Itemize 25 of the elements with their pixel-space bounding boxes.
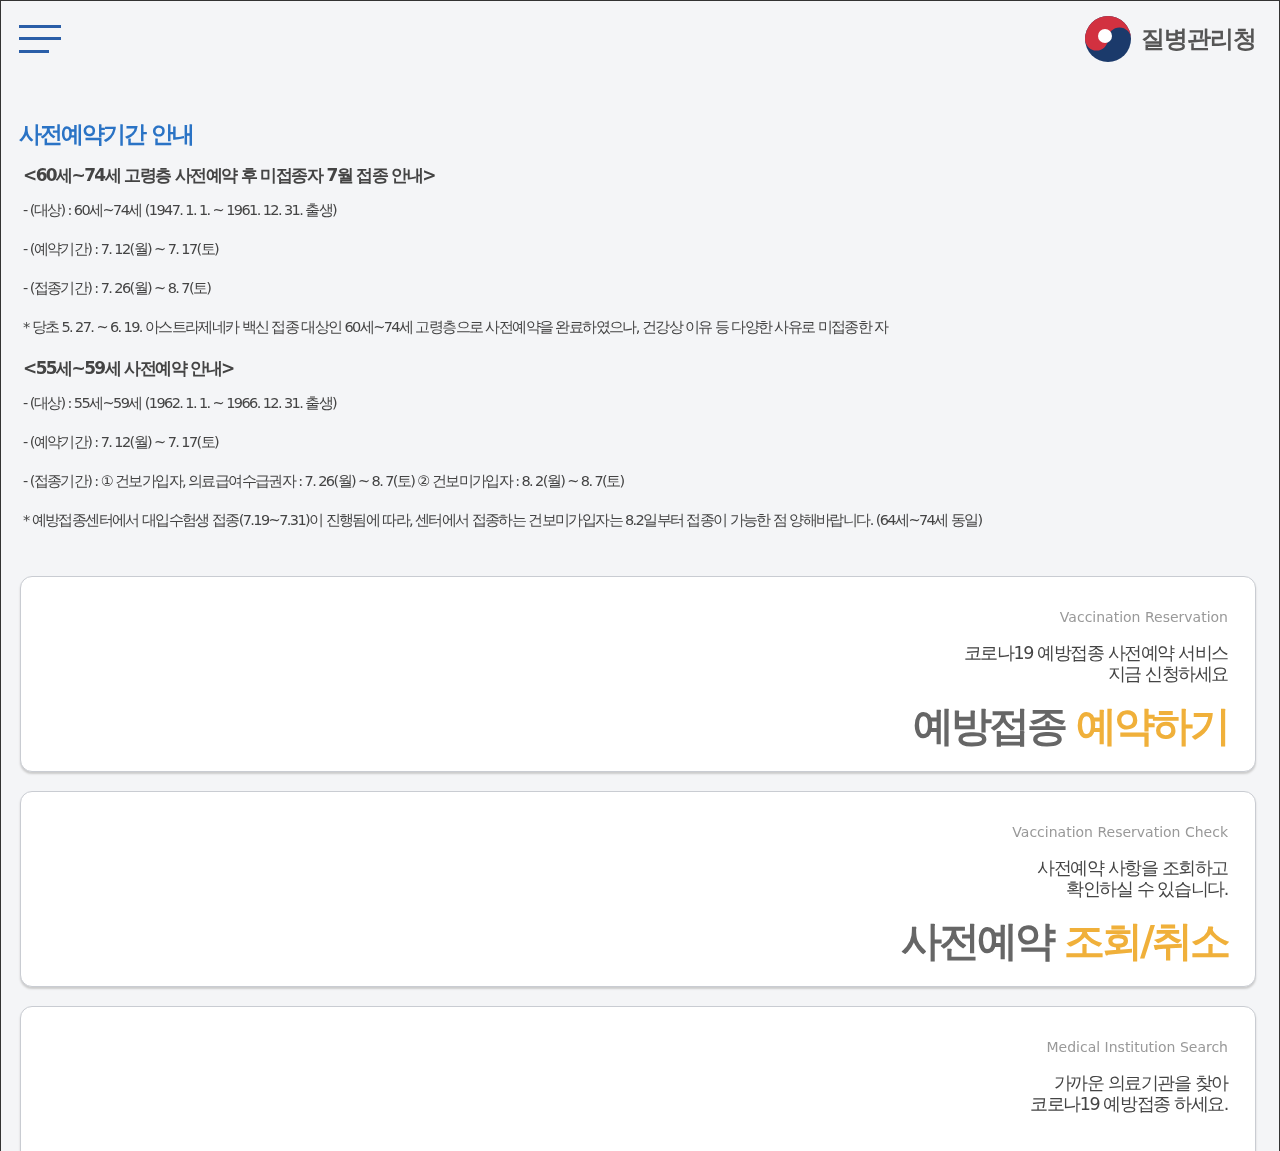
notice-line: - (예약기간) : 7. 12(월) ~ 7. 17(토) [23, 433, 220, 452]
notice-line: - (접종기간) : 7. 26(월) ~ 8. 7(토) [23, 279, 212, 298]
service-card[interactable]: Vaccination Reservation Check 사전예약 사항을 조회하고 확인하실 수 있습니다. 사전예약 조회/취소 [20, 791, 1256, 987]
card-subtitle: Vaccination Reservation Check [1012, 824, 1228, 840]
card-subtitle: Vaccination Reservation [1059, 609, 1228, 625]
card-title: 예방접종 예약하기 [912, 701, 1228, 752]
logo-icon [1085, 16, 1131, 62]
card-description: 코로나19 예방접종 사전예약 서비스 지금 신청하세요 [963, 643, 1228, 685]
card-subtitle: Medical Institution Search [1046, 1039, 1228, 1055]
notice-line: * 당초 5. 27. ~ 6. 19. 아스트라제네카 백신 접종 대상인 60세~74세 고령층으로 사전예약을 완료하였으나, 건강상 이유 등 다양한 사유로 미접종한 자 [23, 318, 890, 337]
card-description: 가까운 의료기관을 찾아 코로나19 예방접종 하세요. [1030, 1073, 1228, 1115]
section-heading: <55세~59세 사전예약 안내> [23, 357, 235, 380]
logo-text: 질병관리청 [1141, 24, 1256, 55]
service-card[interactable]: Medical Institution Search 가까운 의료기관을 찾아 코로나19 예방접종 하세요. [20, 1006, 1256, 1151]
notice-line: - (대상) : 60세~74세 (1947. 1. 1. ~ 1961. 12. 31. 출생) [23, 201, 338, 220]
notice-line: - (예약기간) : 7. 12(월) ~ 7. 17(토) [23, 240, 220, 259]
notice-title: 사전예약기간 안내 [19, 120, 194, 149]
menu-icon[interactable] [19, 25, 61, 53]
service-card[interactable]: Vaccination Reservation 코로나19 예방접종 사전예약 서비스 지금 신청하세요 예방접종 예약하기 [20, 576, 1256, 772]
card-description: 사전예약 사항을 조회하고 확인하실 수 있습니다. [1037, 858, 1228, 900]
notice-line: - (대상) : 55세~59세 (1962. 1. 1. ~ 1966. 12. 31. 출생) [23, 394, 338, 413]
notice-line: - (접종기간) : ① 건보가입자, 의료급여수급권자 : 7. 26(월) ~ 8. 7(토) ② 건보미가입자 : 8. 2(월) ~ 8. 7(토) [23, 472, 625, 491]
section-heading: <60세~74세 고령층 사전예약 후 미접종자 7월 접종 안내> [23, 164, 436, 187]
card-title: 사전예약 조회/취소 [900, 916, 1228, 967]
notice-line: * 예방접종센터에서 대입수험생 접종(7.19~7.31)이 진행됨에 따라, 센터에서 접종하는 건보미가입자는 8.2일부터 접종이 가능한 점 양해바랍니다. (64세~74세 동일) [23, 511, 983, 530]
